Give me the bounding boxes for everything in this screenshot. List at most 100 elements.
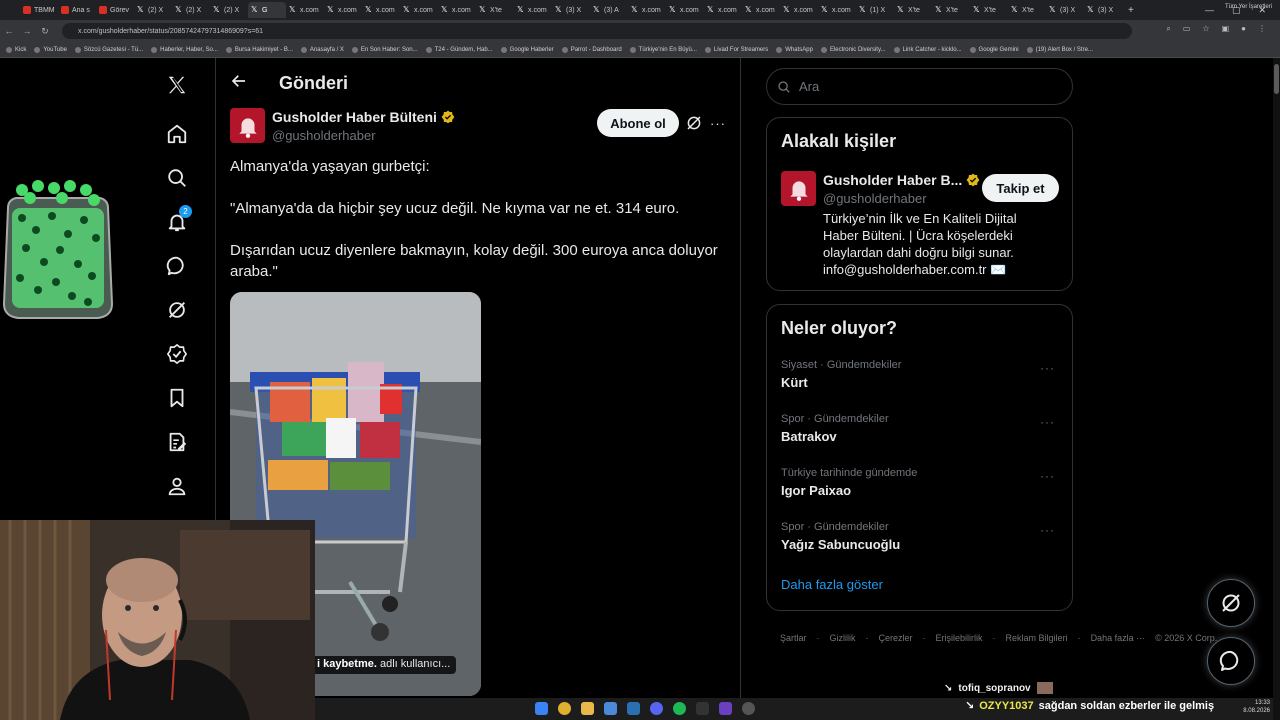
bookmark-item[interactable]: Kick bbox=[6, 46, 26, 53]
grok-icon[interactable] bbox=[164, 297, 190, 323]
more-options-icon[interactable]: ··· bbox=[1040, 469, 1055, 483]
browser-tab[interactable]: TBMM bbox=[20, 2, 58, 18]
browser-tab[interactable]: 𝕏x.com bbox=[704, 2, 742, 18]
browser-tab[interactable]: 𝕏x.com bbox=[742, 2, 780, 18]
browser-tab[interactable]: 𝕏x.com bbox=[286, 2, 324, 18]
url-field[interactable]: x.com/gusholderhaber/status/208574247973… bbox=[62, 23, 1132, 39]
search-input[interactable] bbox=[799, 79, 1049, 94]
cast-icon[interactable]: ▭ bbox=[1183, 24, 1191, 34]
notifications-bell-icon[interactable]: 2 bbox=[164, 205, 192, 235]
browser-tab[interactable]: 𝕏x.com bbox=[628, 2, 666, 18]
browser-tab[interactable]: 𝕏 X'te bbox=[970, 2, 1008, 18]
scrollbar-thumb[interactable] bbox=[1274, 64, 1279, 94]
browser-tab[interactable]: 𝕏 (3) X bbox=[1046, 2, 1084, 18]
related-name[interactable]: Gusholder Haber B... bbox=[823, 172, 980, 188]
messages-icon[interactable] bbox=[164, 253, 190, 279]
profile-icon[interactable] bbox=[164, 473, 190, 499]
author-avatar[interactable] bbox=[230, 108, 265, 143]
bookmark-item[interactable]: WhatsApp bbox=[776, 46, 813, 53]
bookmark-item[interactable]: Sözcü Gazetesi - Tü... bbox=[74, 46, 143, 53]
trend-item[interactable]: Spor · Gündemdekiler Batrakov ··· bbox=[781, 413, 1061, 444]
browser-tab[interactable]: 𝕏 (2) X bbox=[172, 2, 210, 18]
bookmark-item[interactable]: Bursa Hakimiyet - B... bbox=[225, 46, 293, 53]
obs-icon[interactable] bbox=[742, 702, 755, 715]
trend-item[interactable]: Siyaset · Gündemdekiler Kürt ··· bbox=[781, 359, 1061, 390]
browser-tab[interactable]: 𝕏 X'te bbox=[932, 2, 970, 18]
grok-fab-button[interactable] bbox=[1207, 579, 1255, 627]
more-options-icon[interactable]: ··· bbox=[1040, 415, 1055, 429]
browser-tab[interactable]: 𝕏x.com bbox=[438, 2, 476, 18]
browser-tab[interactable]: 𝕏 X'te bbox=[894, 2, 932, 18]
chrome-icon[interactable] bbox=[558, 702, 571, 715]
browser-tab[interactable]: 𝕏 X'te bbox=[476, 2, 514, 18]
reload-icon[interactable]: ↻ bbox=[36, 26, 54, 37]
footer-link[interactable]: Erişilebilirlik bbox=[936, 633, 983, 643]
follow-button[interactable]: Takip et bbox=[982, 174, 1059, 202]
articles-icon[interactable] bbox=[164, 429, 190, 455]
bookmark-item[interactable]: Google Haberler bbox=[500, 46, 554, 53]
back-arrow-icon[interactable]: ← bbox=[0, 26, 18, 36]
file-explorer-icon[interactable] bbox=[581, 702, 594, 715]
search-box[interactable] bbox=[766, 68, 1073, 105]
bookmark-item[interactable]: En Son Haber: Son... bbox=[351, 46, 418, 53]
browser-tab[interactable]: 𝕏 (2) X bbox=[134, 2, 172, 18]
browser-tab[interactable]: Ana s bbox=[58, 2, 96, 18]
bookmark-item[interactable]: Electronic Diversity... bbox=[820, 46, 886, 53]
browser-tab[interactable]: 𝕏 (3) A bbox=[590, 2, 628, 18]
footer-link[interactable]: Daha fazla ··· bbox=[1091, 633, 1146, 643]
windows-start-icon[interactable] bbox=[535, 702, 548, 715]
trend-item[interactable]: Türkiye tarihinde gündemde Igor Paixao ·… bbox=[781, 467, 1061, 498]
spotify-icon[interactable] bbox=[673, 702, 686, 715]
bookmark-item[interactable]: Google Gemini bbox=[969, 46, 1019, 53]
browser-tab[interactable]: 𝕏 X'te bbox=[1008, 2, 1046, 18]
subscribe-button[interactable]: Abone ol bbox=[597, 109, 679, 137]
footer-link[interactable]: © 2026 X Corp. bbox=[1155, 633, 1217, 643]
app-icon[interactable] bbox=[719, 702, 732, 715]
more-options-icon[interactable]: ··· bbox=[1040, 361, 1055, 375]
menu-icon[interactable]: ⋮ bbox=[1258, 24, 1266, 34]
zoom-icon[interactable]: ⌕ bbox=[1166, 24, 1170, 34]
browser-tab[interactable]: 𝕏 (3) X bbox=[1084, 2, 1122, 18]
more-options-icon[interactable]: ··· bbox=[1040, 523, 1055, 537]
search-icon[interactable] bbox=[164, 165, 190, 191]
author-handle[interactable]: @gusholderhaber bbox=[272, 128, 376, 143]
footer-link[interactable]: Reklam Bilgileri bbox=[1006, 633, 1068, 643]
extensions-icon[interactable]: ▣ bbox=[1222, 24, 1230, 34]
author-name[interactable]: Gusholder Haber Bülteni bbox=[272, 109, 455, 125]
trend-item[interactable]: Spor · Gündemdekiler Yağız Sabuncuoğlu ·… bbox=[781, 521, 1061, 552]
footer-link[interactable]: Gizlilik bbox=[830, 633, 856, 643]
browser-tab[interactable]: 𝕏 (3) X bbox=[552, 2, 590, 18]
grok-icon[interactable] bbox=[685, 114, 703, 132]
home-icon[interactable] bbox=[164, 121, 190, 147]
store-icon[interactable] bbox=[604, 702, 617, 715]
browser-tab[interactable]: 𝕏x.com bbox=[514, 2, 552, 18]
footer-link[interactable]: Çerezler bbox=[879, 633, 913, 643]
star-icon[interactable]: ☆ bbox=[1202, 24, 1209, 34]
footer-link[interactable]: Şartlar bbox=[780, 633, 807, 643]
bookmark-item[interactable]: Türkiye'nin En Büyü... bbox=[629, 46, 697, 53]
new-tab-button[interactable]: + bbox=[1128, 5, 1134, 16]
all-bookmarks[interactable]: Tüm Yer İşaretleri bbox=[1225, 4, 1272, 10]
forward-arrow-icon[interactable]: → bbox=[18, 26, 36, 36]
discord-icon[interactable] bbox=[650, 702, 663, 715]
related-handle[interactable]: @gusholderhaber bbox=[823, 191, 927, 206]
show-more-link[interactable]: Daha fazla göster bbox=[781, 577, 883, 592]
epic-games-icon[interactable] bbox=[696, 702, 709, 715]
x-logo-icon[interactable] bbox=[164, 72, 190, 98]
browser-tab[interactable]: 𝕏x.com bbox=[780, 2, 818, 18]
related-avatar[interactable] bbox=[781, 171, 816, 206]
browser-tab[interactable]: 𝕏 (1) X bbox=[856, 2, 894, 18]
bookmark-item[interactable]: Link Catcher - kicklo... bbox=[893, 46, 962, 53]
bookmark-item[interactable]: (19) Alert Box / Stre... bbox=[1026, 46, 1093, 53]
page-scrollbar[interactable] bbox=[1273, 58, 1280, 720]
more-options-icon[interactable]: ··· bbox=[710, 116, 726, 131]
bookmark-item[interactable]: Livad For Streamers bbox=[704, 46, 768, 53]
minimize-icon[interactable]: — bbox=[1205, 5, 1214, 15]
bookmark-item[interactable]: YouTube bbox=[34, 46, 67, 53]
browser-tab[interactable]: 𝕏x.com bbox=[324, 2, 362, 18]
browser-tab[interactable]: 𝕏 (2) X bbox=[210, 2, 248, 18]
browser-tab[interactable]: 𝕏x.com bbox=[818, 2, 856, 18]
system-clock[interactable]: 13:33 8.08.2026 bbox=[1243, 699, 1270, 715]
bookmark-item[interactable]: Anasayfa / X bbox=[300, 46, 344, 53]
browser-tab[interactable]: 𝕏G bbox=[248, 2, 286, 18]
